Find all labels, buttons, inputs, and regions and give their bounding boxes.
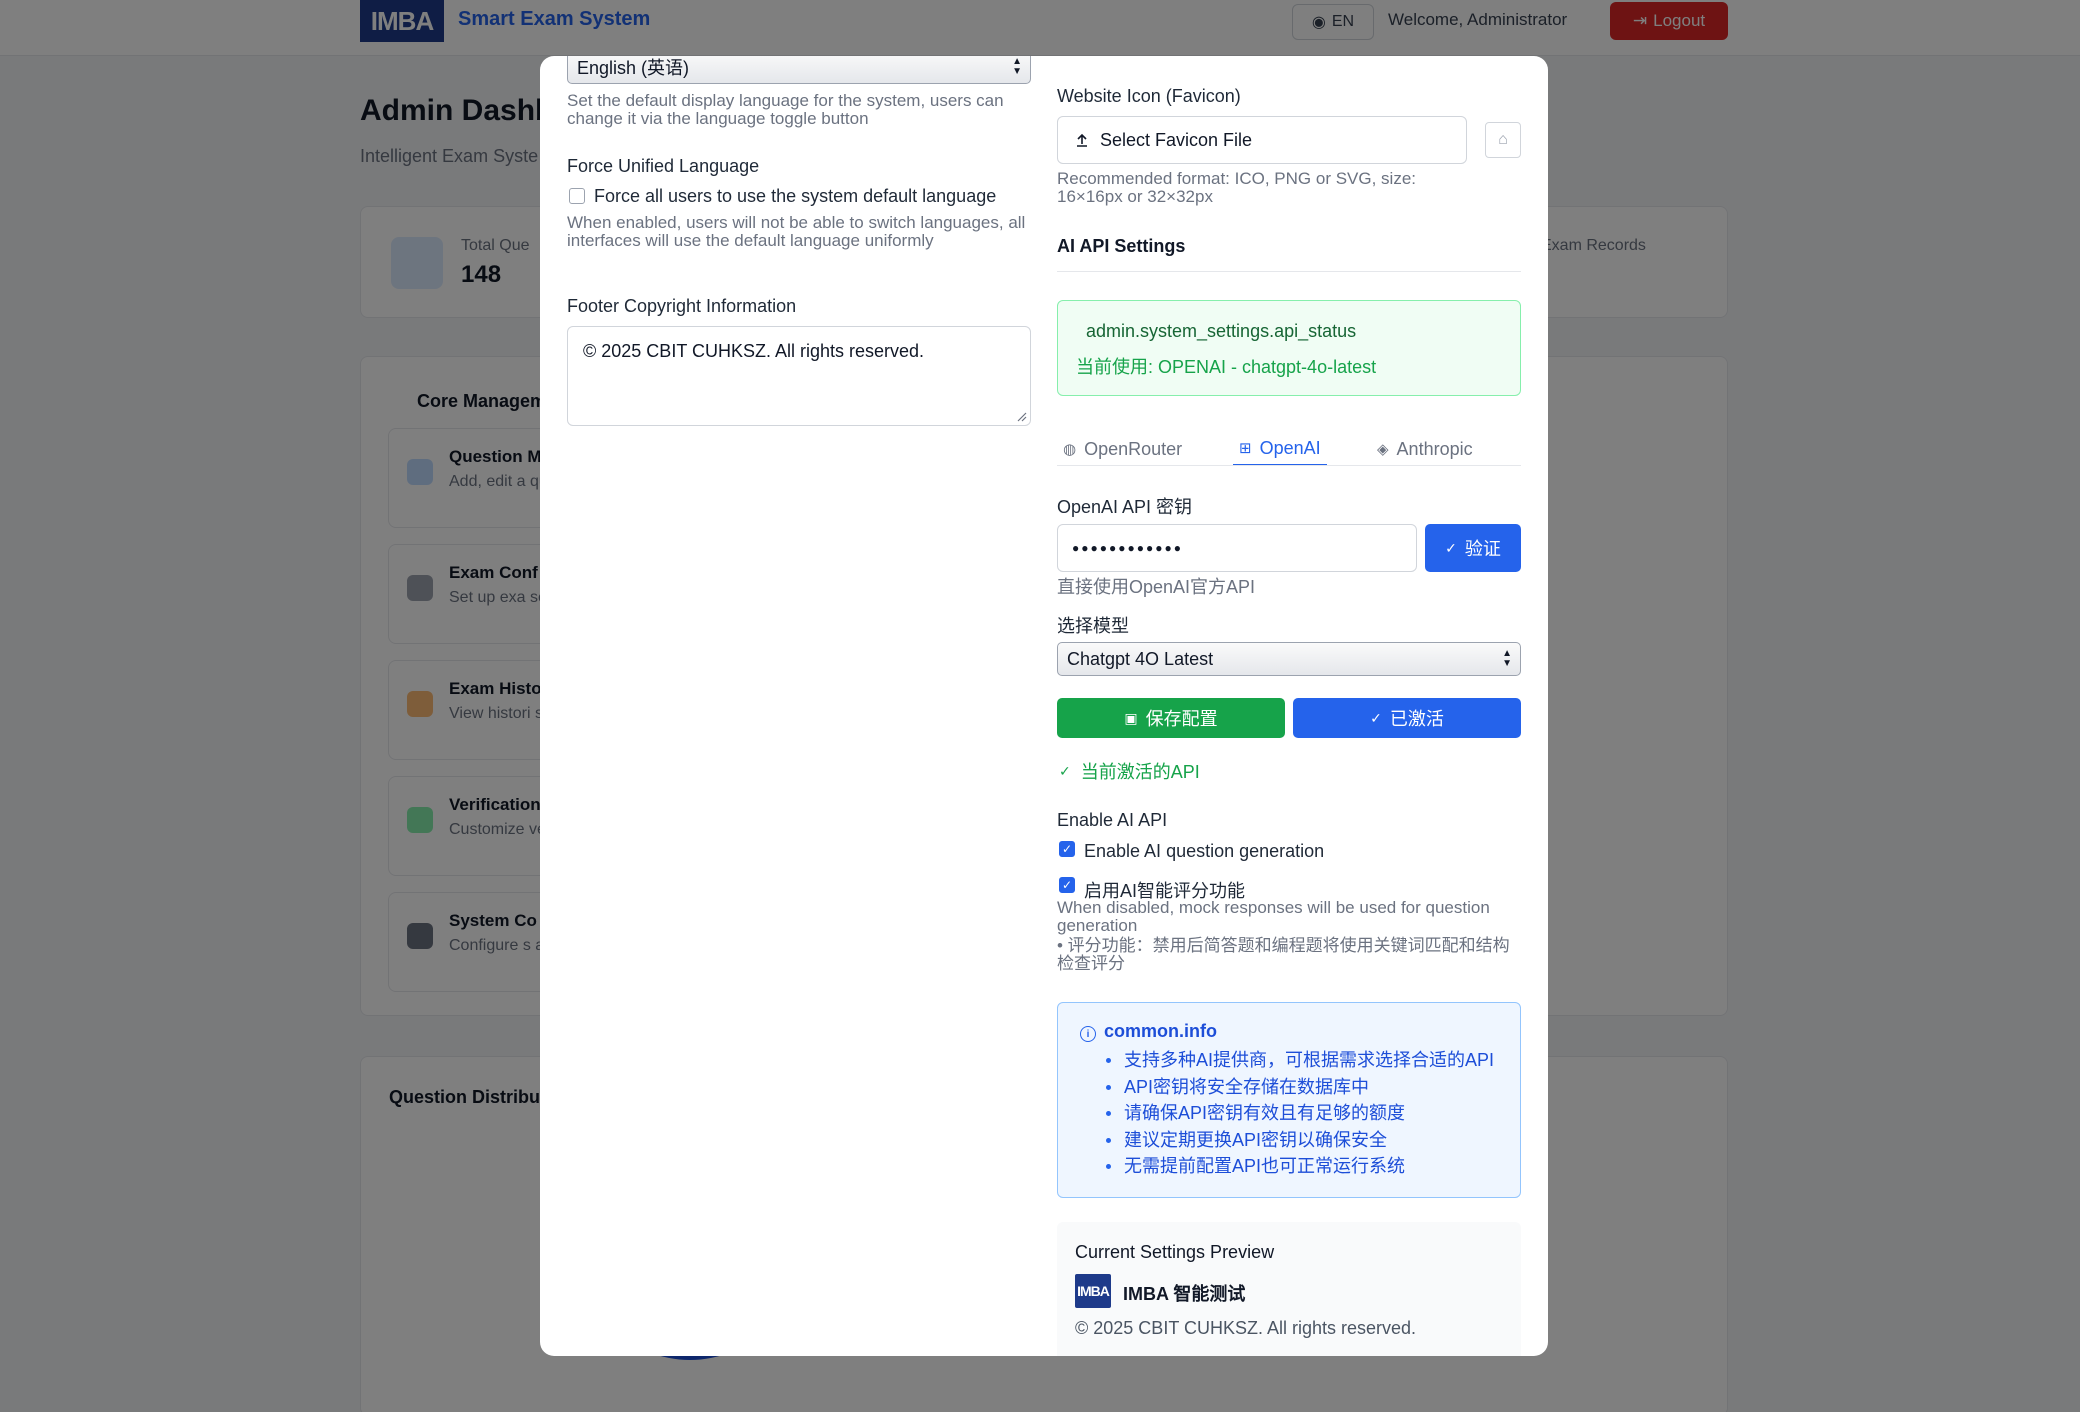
enable-ai-help-1: When disabled, mock responses will be us… <box>1057 898 1490 935</box>
save-config-button[interactable]: ▣ 保存配置 <box>1057 698 1285 738</box>
default-language-value: English (英语) <box>577 58 690 78</box>
model-select[interactable]: Chatgpt 4O Latest ▲ ▼ <box>1057 642 1521 676</box>
api-key-help: 直接使用OpenAI官方API <box>1057 577 1256 597</box>
save-config-label: 保存配置 <box>1145 709 1218 729</box>
info-icon: i <box>1080 1026 1096 1042</box>
save-icon: ▣ <box>1124 709 1138 726</box>
tab-openai-label: OpenAI <box>1259 437 1321 458</box>
enable-ai-help-2: • 评分功能：禁用后简答题和编程题将使用关键词匹配和结构检查评分 <box>1057 936 1510 973</box>
default-language-select[interactable]: English (英语) ▲ ▼ <box>567 56 1031 84</box>
check-icon: ✓ <box>1445 539 1457 556</box>
footer-copyright-label: Footer Copyright Information <box>567 296 797 316</box>
select-favicon-label: Select Favicon File <box>1100 129 1253 150</box>
api-status-text: 当前使用: OPENAI - chatgpt-4o-latest <box>1076 357 1377 377</box>
preview-site-name: IMBA 智能测试 <box>1123 1284 1246 1304</box>
settings-preview-box: Current Settings Preview IMBA IMBA 智能测试 … <box>1057 1222 1521 1356</box>
favicon-label: Website Icon (Favicon) <box>1057 86 1241 106</box>
select-favicon-button[interactable]: Select Favicon File <box>1057 116 1467 164</box>
tab-openai[interactable]: ⊞ OpenAI <box>1233 432 1327 466</box>
enable-ai-api-label: Enable AI API <box>1057 810 1168 830</box>
select-arrows-icon: ▲ ▼ <box>1012 56 1022 77</box>
check-icon: ✓ <box>1370 709 1382 726</box>
api-key-value: ●●●●●●●●●●●● <box>1072 541 1183 555</box>
tab-anthropic-label: Anthropic <box>1396 438 1473 459</box>
info-box: i common.info 支持多种AI提供商，可根据需求选择合适的API AP… <box>1057 1002 1521 1198</box>
default-language-help: Set the default display language for the… <box>567 91 1004 128</box>
tabs-underline <box>1057 465 1521 466</box>
robot-icon: ◈ <box>1377 441 1389 458</box>
tab-openrouter[interactable]: ◍ OpenRouter <box>1063 432 1182 466</box>
verify-button[interactable]: ✓ 验证 <box>1425 524 1521 572</box>
ai-api-settings-title: AI API Settings <box>1057 236 1186 256</box>
force-language-label: Force Unified Language <box>567 156 760 176</box>
force-language-help: When enabled, users will not be able to … <box>567 213 1026 250</box>
enable-ai-generation-checkbox[interactable]: ✓ <box>1059 841 1075 857</box>
api-status-title: admin.system_settings.api_status <box>1086 321 1357 341</box>
enable-ai-grading-checkbox[interactable]: ✓ <box>1059 877 1075 893</box>
info-list-item: 建议定期更换API密钥以确保安全 <box>1104 1127 1494 1154</box>
footer-copyright-value: © 2025 CBIT CUHKSZ. All rights reserved. <box>583 341 925 361</box>
info-list: 支持多种AI提供商，可根据需求选择合适的API API密钥将安全存储在数据库中 … <box>1104 1047 1494 1180</box>
section-divider <box>1057 271 1521 272</box>
select-arrows-icon: ▲ ▼ <box>1502 648 1512 669</box>
tab-anthropic[interactable]: ◈ Anthropic <box>1377 432 1473 466</box>
footer-copyright-textarea[interactable]: © 2025 CBIT CUHKSZ. All rights reserved. <box>567 326 1031 426</box>
api-key-label: OpenAI API 密钥 <box>1057 497 1193 517</box>
enable-ai-generation-label[interactable]: Enable AI question generation <box>1084 841 1324 862</box>
info-title: common.info <box>1104 1021 1217 1041</box>
activated-label: 已激活 <box>1389 709 1444 729</box>
api-status-box: admin.system_settings.api_status 当前使用: O… <box>1057 300 1521 396</box>
force-language-checkbox-label[interactable]: Force all users to use the system defaul… <box>594 186 996 207</box>
preview-logo: IMBA <box>1075 1274 1111 1308</box>
api-key-input[interactable]: ●●●●●●●●●●●● <box>1057 524 1417 572</box>
verify-button-label: 验证 <box>1464 539 1501 559</box>
active-api-note: ✓ 当前激活的API <box>1059 758 1200 784</box>
active-api-note-text: 当前激活的API <box>1080 762 1200 782</box>
favicon-preview-icon: ⌂ <box>1485 122 1521 158</box>
check-icon: ✓ <box>1059 762 1071 779</box>
globe-icon: ◍ <box>1063 441 1077 458</box>
preview-footer: © 2025 CBIT CUHKSZ. All rights reserved. <box>1075 1318 1417 1338</box>
force-language-checkbox[interactable] <box>569 188 585 204</box>
resize-grip-icon[interactable] <box>1015 410 1027 422</box>
model-select-value: Chatgpt 4O Latest <box>1067 648 1214 669</box>
info-list-item: API密钥将安全存储在数据库中 <box>1104 1074 1494 1101</box>
info-list-item: 无需提前配置API也可正常运行系统 <box>1104 1153 1494 1180</box>
info-list-item: 请确保API密钥有效且有足够的额度 <box>1104 1100 1494 1127</box>
preview-title: Current Settings Preview <box>1075 1242 1275 1262</box>
system-settings-modal: English (英语) ▲ ▼ Set the default display … <box>540 56 1548 1356</box>
info-list-item: 支持多种AI提供商，可根据需求选择合适的API <box>1104 1047 1494 1074</box>
tab-openrouter-label: OpenRouter <box>1084 438 1183 459</box>
chip-icon: ⊞ <box>1239 440 1252 457</box>
activated-button[interactable]: ✓ 已激活 <box>1293 698 1521 738</box>
favicon-help: Recommended format: ICO, PNG or SVG, siz… <box>1057 169 1417 206</box>
model-label: 选择模型 <box>1057 616 1129 636</box>
upload-icon <box>1077 133 1087 147</box>
